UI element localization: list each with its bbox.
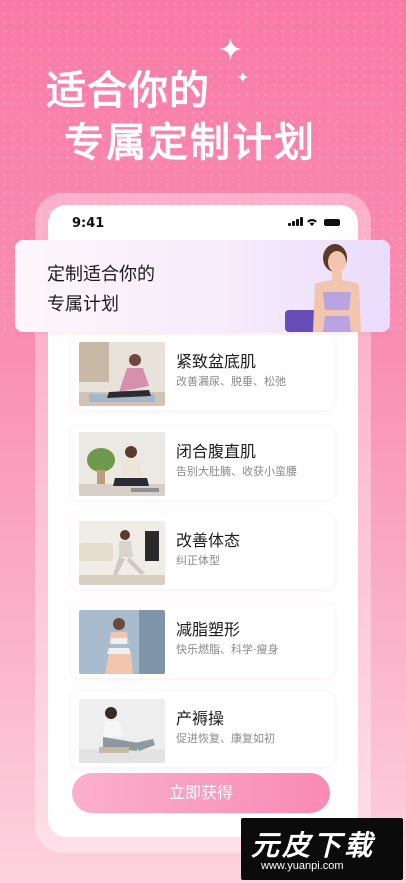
wifi-icon [307, 219, 317, 226]
plan-thumbnail-4 [79, 610, 165, 674]
plan-subtitle: 快乐燃脂、科学·瘦身 [176, 643, 279, 656]
plan-thumbnail-1 [79, 342, 165, 406]
plan-thumbnail-2 [79, 432, 165, 496]
banner-title-line-2: 专属计划 [47, 294, 119, 315]
status-time: 9:41 [72, 216, 105, 231]
plan-subtitle: 改善漏尿、脱垂、松弛 [176, 375, 286, 388]
hero-title-line-1: 适合你的 [46, 68, 210, 114]
status-icons [288, 217, 340, 226]
hero-title-line-2: 专属定制计划 [64, 120, 316, 166]
plan-card-4[interactable]: 减脂塑形 快乐燃脂、科学·瘦身 [71, 603, 334, 678]
banner-title-line-1: 定制适合你的 [47, 264, 155, 285]
plan-title: 改善体态 [176, 531, 241, 550]
plan-card-2[interactable]: 闭合腹直肌 告别大肚腩、收获小蛮腰 [71, 425, 334, 500]
plan-card-1[interactable]: 紧致盆底肌 改善漏尿、脱垂、松弛 [71, 335, 334, 410]
sparkle-icon: ✦ [218, 33, 244, 68]
plan-title: 减脂塑形 [176, 620, 241, 639]
watermark-url: www.yuanpi.com [261, 860, 344, 872]
banner-model-photo [285, 244, 361, 332]
get-now-button[interactable]: 立即获得 [72, 773, 330, 813]
plan-title: 闭合腹直肌 [176, 442, 257, 461]
plan-subtitle: 促进恢复、康复如初 [176, 732, 275, 745]
plan-title: 产褥操 [176, 709, 225, 728]
plan-subtitle: 纠正体型 [176, 554, 220, 567]
plan-card-3[interactable]: 改善体态 纠正体型 [71, 514, 334, 589]
plan-card-5[interactable]: 产褥操 促进恢复、康复如初 [71, 692, 334, 767]
battery-icon [324, 219, 340, 226]
sparkle-small-icon: ✦ [236, 68, 250, 87]
plan-subtitle: 告别大肚腩、收获小蛮腰 [176, 465, 297, 478]
plan-banner: 定制适合你的 专属计划 [15, 240, 390, 332]
plan-thumbnail-5 [79, 699, 165, 763]
plan-thumbnail-3 [79, 521, 165, 585]
signal-icon [288, 217, 303, 226]
watermark-text: 元皮下载 [251, 829, 376, 862]
watermark-logo: 元皮下载 www.yuanpi.com [241, 818, 403, 880]
plan-title: 紧致盆底肌 [176, 352, 257, 371]
